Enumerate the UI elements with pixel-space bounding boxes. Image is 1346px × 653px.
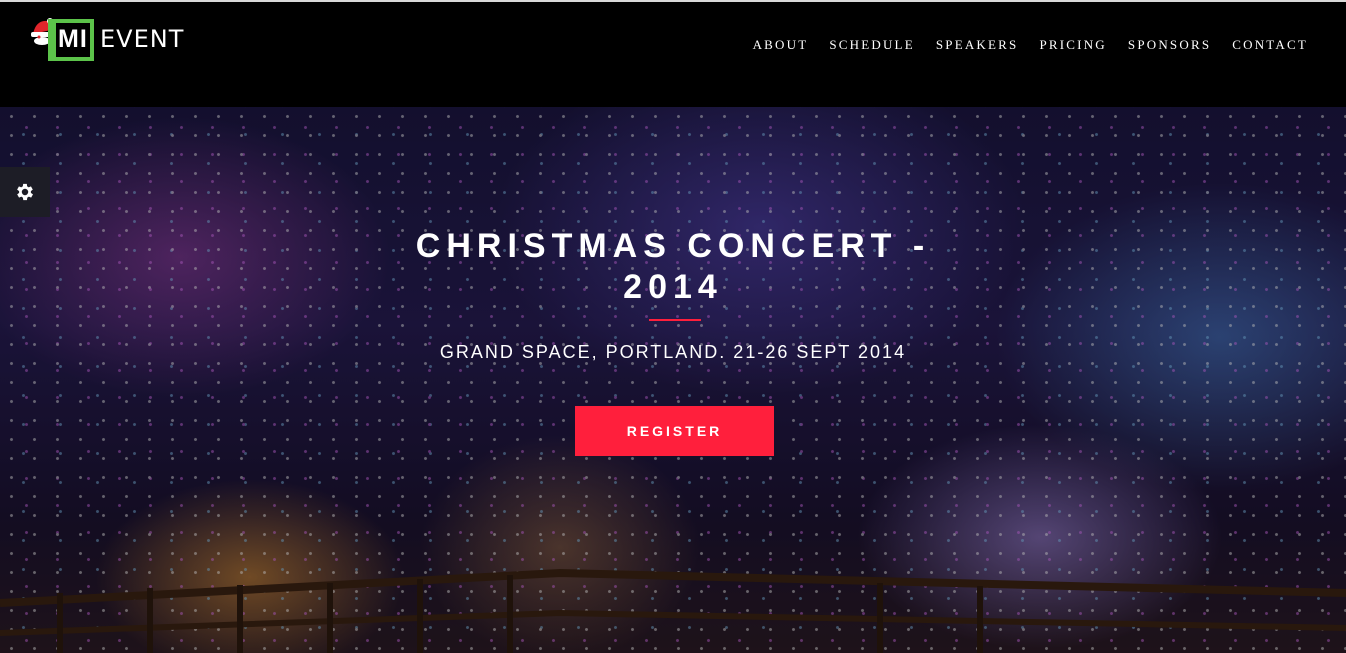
register-button[interactable]: REGISTER	[575, 406, 774, 456]
nav-pricing[interactable]: PRICING	[1039, 37, 1106, 53]
hero-overlay	[0, 107, 1346, 653]
nav-sponsors[interactable]: SPONSORS	[1128, 37, 1211, 53]
logo-mi-text: MI	[58, 25, 88, 53]
nav-schedule[interactable]: SCHEDULE	[829, 37, 915, 53]
hero-title: CHRISTMAS CONCERT - 2014	[415, 227, 931, 306]
main-nav: ABOUT SCHEDULE SPEAKERS PRICING SPONSORS…	[732, 37, 1308, 53]
hero-section	[0, 107, 1346, 653]
hero-divider	[649, 319, 701, 321]
settings-toggle-button[interactable]	[0, 167, 50, 217]
site-header: MI EVENT ABOUT SCHEDULE SPEAKERS PRICING…	[0, 2, 1346, 107]
nav-speakers[interactable]: SPEAKERS	[936, 37, 1019, 53]
nav-contact[interactable]: CONTACT	[1232, 37, 1308, 53]
nav-about[interactable]: ABOUT	[753, 37, 809, 53]
site-logo[interactable]: MI EVENT	[30, 16, 205, 66]
hero-subtitle: GRAND SPACE, PORTLAND. 21-26 SEPT 2014	[439, 342, 907, 362]
logo-event-text: EVENT	[100, 25, 185, 53]
gear-icon	[17, 183, 33, 201]
